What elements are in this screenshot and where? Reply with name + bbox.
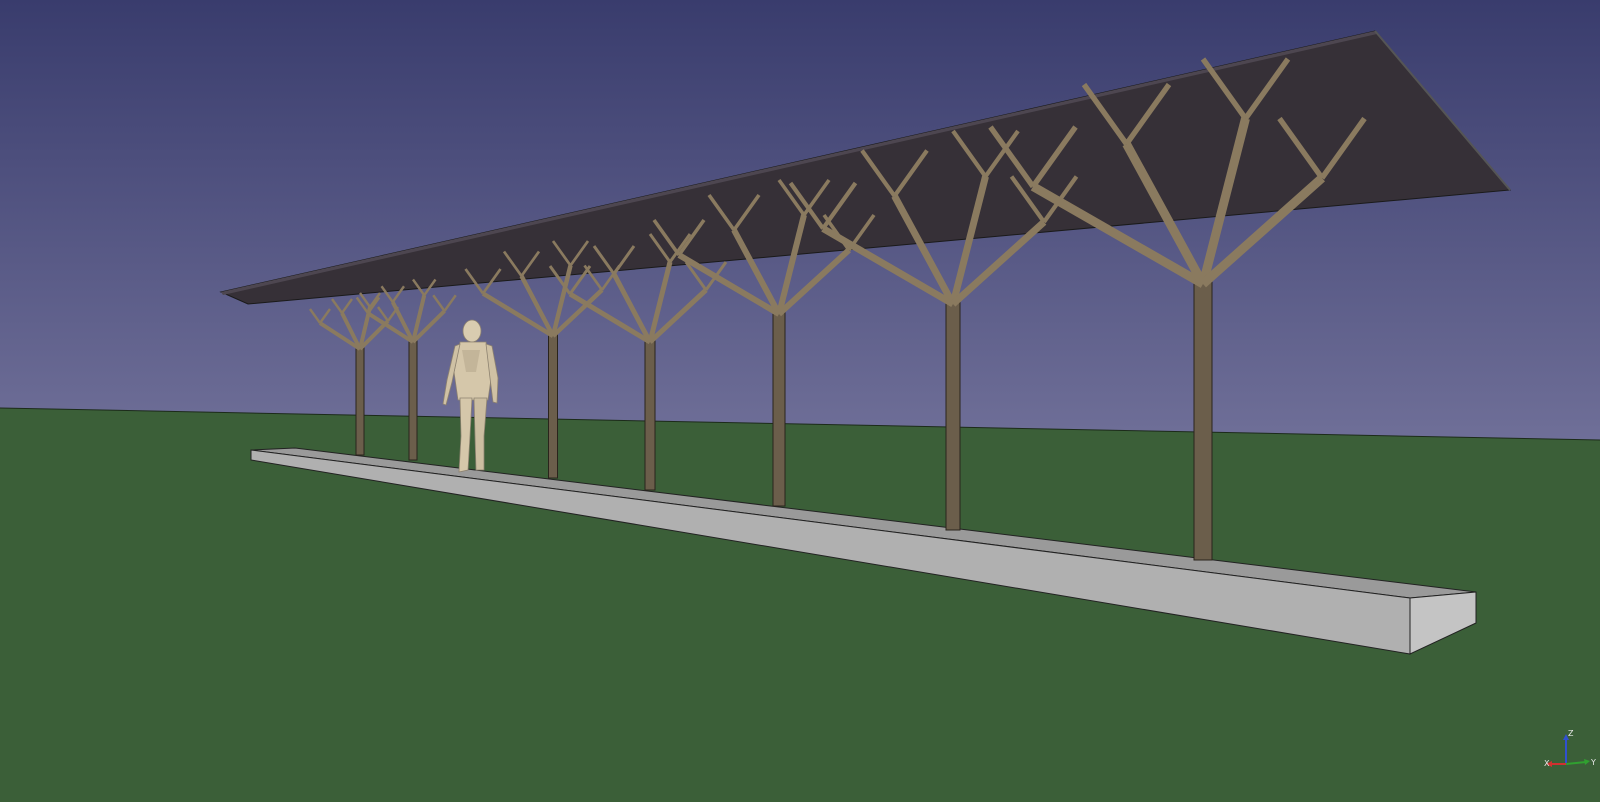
y-axis-arrow [1584, 759, 1590, 765]
column-trunk [945, 299, 961, 531]
y-axis-label: Y [1590, 758, 1596, 767]
column-trunk [772, 309, 786, 507]
3d-viewport[interactable]: Z X Y [0, 0, 1600, 802]
y-axis-line [1565, 761, 1587, 765]
column-trunk [644, 337, 656, 491]
x-axis-label: X [1544, 759, 1550, 768]
3d-scene[interactable] [0, 0, 1600, 802]
column-trunk [355, 344, 365, 456]
z-axis-label: Z [1568, 729, 1574, 738]
column-trunk [408, 337, 418, 461]
axis-triad: Z X Y [1544, 729, 1596, 768]
column-trunk [1193, 279, 1213, 561]
column-trunk [548, 331, 558, 479]
figure-head [462, 319, 482, 343]
